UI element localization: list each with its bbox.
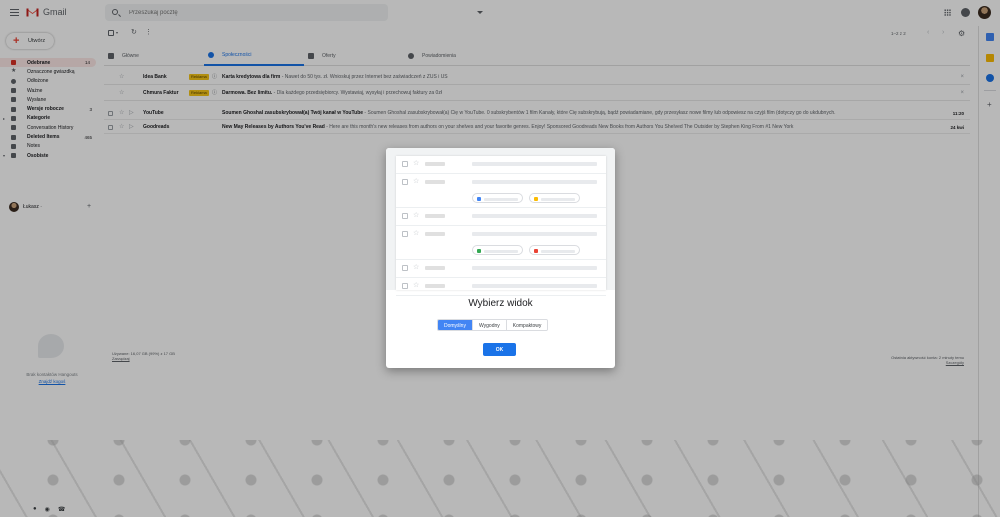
doc-icon: [477, 196, 481, 201]
pdf-icon: [534, 248, 538, 253]
preview-row: ☆: [396, 260, 606, 278]
density-options: Domyślny Wygodny Kompaktowy: [437, 319, 549, 331]
preview-checkbox: [402, 265, 408, 271]
density-default-option[interactable]: Domyślny: [438, 320, 472, 330]
preview-placeholder: [472, 180, 597, 184]
sheets-icon: [477, 248, 481, 253]
dialog-title: Wybierz widok: [468, 298, 533, 309]
star-icon: ☆: [413, 160, 420, 167]
preview-checkbox: [402, 213, 408, 219]
preview-row: ☆: [396, 174, 606, 208]
preview-row: ☆: [396, 278, 606, 296]
preview-row: ☆: [396, 156, 606, 174]
preview-placeholder: [541, 249, 575, 253]
preview-placeholder: [541, 197, 575, 201]
preview-placeholder: [425, 214, 445, 218]
preview-row: ☆: [396, 226, 606, 260]
preview-attachment-chip: [472, 245, 523, 255]
preview-checkbox: [402, 231, 408, 237]
preview-placeholder: [472, 266, 597, 270]
star-icon: ☆: [413, 264, 420, 271]
preview-row: ☆: [396, 208, 606, 226]
star-icon: ☆: [413, 212, 420, 219]
preview-attachment-chip: [472, 193, 523, 203]
preview-placeholder: [472, 232, 597, 236]
preview-checkbox: [402, 161, 408, 167]
star-icon: ☆: [413, 230, 420, 237]
preview-checkbox: [402, 179, 408, 185]
preview-placeholder: [472, 162, 597, 166]
preview-placeholder: [425, 162, 445, 166]
ok-button[interactable]: OK: [483, 343, 516, 356]
preview-checkbox: [402, 283, 408, 289]
preview-placeholder: [484, 197, 518, 201]
preview-placeholder: [425, 180, 445, 184]
preview-attachment-chip: [529, 245, 580, 255]
slides-icon: [534, 196, 538, 201]
density-comfortable-option[interactable]: Wygodny: [471, 320, 506, 330]
preview-placeholder: [425, 232, 445, 236]
star-icon: ☆: [413, 282, 420, 289]
preview-placeholder: [472, 214, 597, 218]
preview-attachment-chip: [529, 193, 580, 203]
preview-placeholder: [472, 284, 597, 288]
density-compact-option[interactable]: Kompaktowy: [505, 320, 548, 330]
density-dialog: ☆ ☆ ☆ ☆ ☆ ☆ Wybierz widok Domyślny Wygod…: [386, 148, 615, 368]
preview-placeholder: [484, 249, 518, 253]
density-preview: ☆ ☆ ☆ ☆ ☆ ☆: [386, 148, 615, 296]
preview-placeholder: [425, 266, 445, 270]
preview-placeholder: [425, 284, 445, 288]
preview-sheet: ☆ ☆ ☆ ☆ ☆ ☆: [396, 156, 606, 296]
star-icon: ☆: [413, 178, 420, 185]
